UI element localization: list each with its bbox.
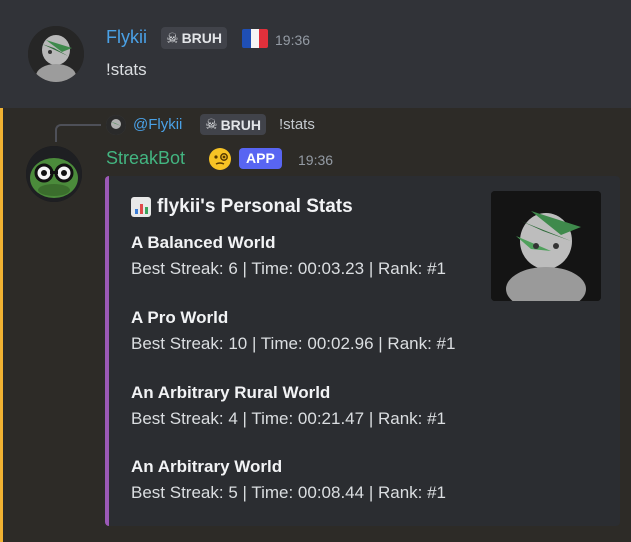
bot-avatar[interactable] (26, 146, 82, 202)
field-value: Best Streak: 4 | Time: 00:21.47 | Rank: … (131, 409, 446, 428)
stats-field: A Pro World Best Streak: 10 | Time: 00:0… (131, 308, 455, 354)
bar-chart-icon (131, 197, 151, 217)
user-avatar[interactable] (28, 26, 84, 82)
embed-thumbnail[interactable] (491, 191, 601, 301)
skull-icon: ☠ (166, 29, 179, 46)
reply-server-tag[interactable]: ☠ BRUH (200, 114, 267, 135)
stats-field: A Balanced World Best Streak: 6 | Time: … (131, 233, 446, 279)
reply-mention[interactable]: @Flykii (133, 116, 182, 133)
embed-title-text: flykii's Personal Stats (157, 196, 353, 217)
france-flag-icon (242, 29, 268, 48)
timestamp[interactable]: 19:36 (298, 152, 333, 168)
skull-icon: ☠ (205, 116, 218, 132)
reply-connector (55, 124, 101, 142)
field-value: Best Streak: 10 | Time: 00:02.96 | Rank:… (131, 334, 456, 353)
timestamp[interactable]: 19:36 (275, 32, 310, 48)
stats-field: An Arbitrary World Best Streak: 5 | Time… (131, 457, 446, 503)
embed-title: flykii's Personal Stats (131, 196, 353, 218)
app-badge: APP (239, 148, 282, 169)
author-name[interactable]: Flykii (106, 27, 147, 48)
bot-name[interactable]: StreakBot (106, 148, 185, 169)
server-tag[interactable]: ☠ BRUH (161, 27, 228, 49)
field-name: A Pro World (131, 308, 229, 327)
field-name: An Arbitrary World (131, 457, 283, 476)
field-value: Best Streak: 6 | Time: 00:03.23 | Rank: … (131, 259, 446, 278)
stats-embed: flykii's Personal Stats A Balanced World… (105, 176, 620, 526)
monocle-face-icon (208, 147, 232, 171)
stats-field: An Arbitrary Rural World Best Streak: 4 … (131, 383, 446, 429)
reply-avatar[interactable] (106, 115, 126, 135)
field-name: A Balanced World (131, 233, 276, 252)
server-tag-label: BRUH (220, 116, 262, 133)
field-value: Best Streak: 5 | Time: 00:08.44 | Rank: … (131, 483, 446, 502)
reply-content[interactable]: !stats (279, 116, 315, 133)
message-content: !stats (106, 60, 147, 79)
message-flykii: Flykii ☠ BRUH 19:36 !stats (0, 0, 631, 108)
server-tag-label: BRUH (181, 30, 223, 46)
field-name: An Arbitrary Rural World (131, 383, 331, 402)
